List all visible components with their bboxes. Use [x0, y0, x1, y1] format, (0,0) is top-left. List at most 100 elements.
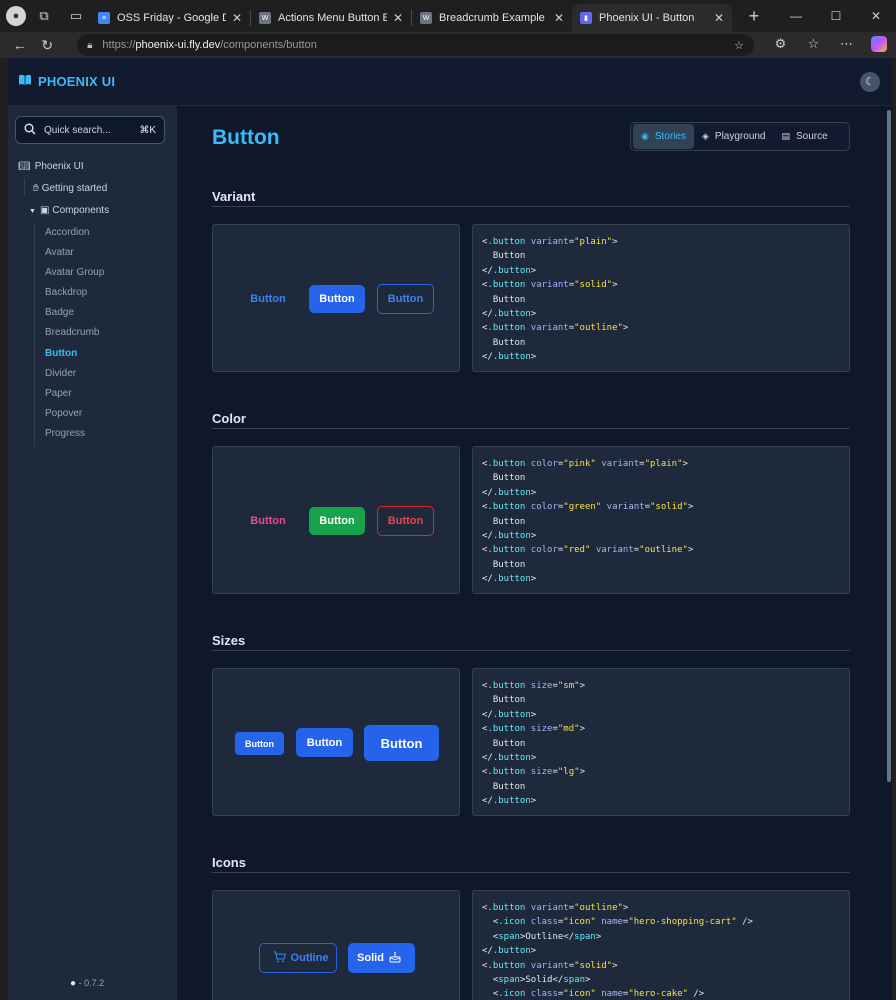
more-options-icon[interactable]: ⋯ — [830, 36, 863, 55]
section-title-sizes: Sizes — [212, 633, 246, 648]
pink-plain-button[interactable]: Button — [235, 507, 301, 535]
sidebar-item-accordion[interactable]: Accordion — [45, 227, 89, 238]
tab-label: Stories — [654, 131, 686, 142]
code-line: <.button size="md"> — [482, 724, 585, 735]
code-line: </.button> — [482, 753, 537, 764]
dark-mode-toggle[interactable]: ☾ — [860, 71, 880, 92]
sidebar-item-avatar-group[interactable]: Avatar Group — [45, 267, 104, 278]
sidebar-item-label: Getting started — [41, 183, 108, 194]
workspaces-icon[interactable]: ⧉ — [30, 2, 58, 30]
phoenix-favicon-icon: ▮ — [580, 12, 592, 24]
sidebar-item-label: Phoenix UI — [34, 161, 84, 172]
search-shortcut: ⌘K — [139, 124, 156, 136]
app-header: PHOENIX UI ☾ — [8, 58, 892, 106]
url-field[interactable]: 🔒︎ https:// phoenix-ui.fly.dev /componen… — [77, 34, 754, 56]
solid-button[interactable]: Button — [309, 285, 365, 313]
close-window-icon[interactable]: ✕ — [856, 0, 896, 32]
reload-icon[interactable]: ↻ — [34, 37, 62, 54]
sidebar-item-popover[interactable]: Popover — [45, 408, 82, 419]
sidebar-item-progress[interactable]: Progress — [45, 428, 85, 439]
sidebar-item-paper[interactable]: Paper — [45, 388, 72, 399]
sidebar-item-backdrop[interactable]: Backdrop — [45, 287, 87, 298]
code-line: <.button variant="outline"> — [482, 323, 629, 334]
code-line: Button — [482, 473, 526, 484]
view-tabs: ◉ Stories ◈ Playground ▤ Source — [630, 122, 850, 151]
window-border — [892, 58, 896, 1000]
close-tab-icon[interactable]: ✕ — [230, 11, 244, 25]
small-button[interactable]: Button — [235, 732, 284, 755]
page-scrollbar[interactable] — [886, 106, 892, 1000]
sidebar-item-divider[interactable]: Divider — [45, 368, 76, 379]
code-line: Button — [482, 781, 526, 792]
quick-search-button[interactable]: Quick search... ⌘K — [15, 116, 165, 144]
browser-tab-1[interactable]: W Actions Menu Button Example ✕ — [251, 4, 411, 32]
code-line: Button — [482, 559, 526, 570]
outline-icon-button[interactable]: Outline — [259, 943, 337, 973]
red-outline-button[interactable]: Button — [377, 506, 434, 536]
close-tab-icon[interactable]: ✕ — [552, 11, 566, 25]
large-button[interactable]: Button — [364, 725, 439, 761]
sidebar-item-components[interactable]: ▼ ▣ Components — [29, 205, 109, 216]
cube-icon: ▣ — [39, 205, 50, 216]
extensions-icon[interactable]: ⚙ — [764, 36, 797, 55]
section-divider — [212, 206, 850, 207]
chevron-down-icon: ▼ — [29, 208, 36, 215]
logo[interactable]: PHOENIX UI — [18, 74, 115, 89]
address-bar: ← ↻ 🔒︎ https:// phoenix-ui.fly.dev /comp… — [0, 32, 896, 58]
tab-actions-icon[interactable]: ▭ — [62, 2, 90, 30]
w3c-favicon-icon: W — [259, 12, 271, 24]
solid-icon-button[interactable]: Solid — [348, 943, 415, 973]
sidebar-item-avatar[interactable]: Avatar — [45, 247, 74, 258]
maximize-icon[interactable]: ☐ — [816, 0, 856, 32]
code-line: <.button variant="plain"> — [482, 237, 618, 247]
browser-tab-3[interactable]: ▮ Phoenix UI - Button ✕ — [572, 4, 732, 32]
sizes-demo-panel: Button Button Button — [212, 668, 460, 816]
plain-button[interactable]: Button — [235, 285, 301, 313]
version-label: 0.7.2 — [84, 978, 105, 988]
green-solid-button[interactable]: Button — [309, 507, 365, 535]
document-icon: ▤ — [781, 131, 791, 141]
shopping-cart-icon — [273, 950, 286, 966]
url-host: phoenix-ui.fly.dev — [135, 39, 221, 51]
tab-title: Phoenix UI - Button — [599, 12, 695, 24]
sidebar-item-breadcrumb[interactable]: Breadcrumb — [45, 327, 99, 338]
favorites-icon[interactable]: ☆ — [797, 36, 830, 55]
tab-stories[interactable]: ◉ Stories — [633, 124, 694, 149]
book-icon: 📖︎ — [18, 161, 31, 172]
new-tab-icon[interactable]: + — [744, 6, 764, 27]
tab-playground[interactable]: ◈ Playground — [694, 124, 774, 149]
code-line: <.button color="pink" variant="plain"> — [482, 459, 688, 469]
section-divider — [212, 650, 850, 651]
favorite-star-icon[interactable]: ☆ — [734, 39, 744, 52]
profile-icon[interactable]: ● — [6, 6, 26, 26]
medium-button[interactable]: Button — [296, 728, 353, 757]
tab-source[interactable]: ▤ Source — [774, 124, 836, 149]
minimize-icon[interactable]: — — [776, 0, 816, 32]
outline-button[interactable]: Button — [377, 284, 434, 314]
code-line: </.button> — [482, 487, 537, 498]
copilot-icon[interactable] — [863, 35, 896, 55]
code-line: </.button> — [482, 531, 537, 542]
github-icon[interactable]: ● — [70, 978, 76, 989]
code-line: <.button size="lg"> — [482, 767, 585, 778]
icons-demo-panel: Outline Solid — [212, 890, 460, 1000]
code-line: <span>Solid</span> — [492, 975, 591, 986]
sidebar-item-badge[interactable]: Badge — [45, 307, 74, 318]
sidebar-item-label: Components — [52, 205, 110, 216]
sidebar-item-button[interactable]: Button — [45, 348, 77, 359]
sidebar-item-getting-started[interactable]: ✋︎ Getting started — [33, 183, 107, 194]
url-scheme: https:// — [102, 39, 136, 51]
scrollbar-thumb[interactable] — [887, 110, 891, 782]
book-open-icon — [18, 74, 32, 89]
close-tab-icon[interactable]: ✕ — [712, 11, 726, 25]
section-divider — [212, 872, 850, 873]
code-line: </.button> — [482, 946, 537, 957]
close-tab-icon[interactable]: ✕ — [391, 11, 405, 25]
sidebar-item-phoenix-ui[interactable]: 📖︎ Phoenix UI — [18, 161, 84, 172]
code-line: </.button> — [482, 309, 537, 320]
browser-tab-0[interactable]: ≡ OSS Friday - Google Docs ✕ — [90, 4, 250, 32]
code-line: <.icon class="icon" name="hero-cake" /> — [492, 989, 705, 1000]
back-icon[interactable]: ← — [6, 37, 34, 53]
browser-tab-2[interactable]: W Breadcrumb Example | APG | W ✕ — [412, 4, 572, 32]
button-label: Outline — [290, 952, 329, 964]
